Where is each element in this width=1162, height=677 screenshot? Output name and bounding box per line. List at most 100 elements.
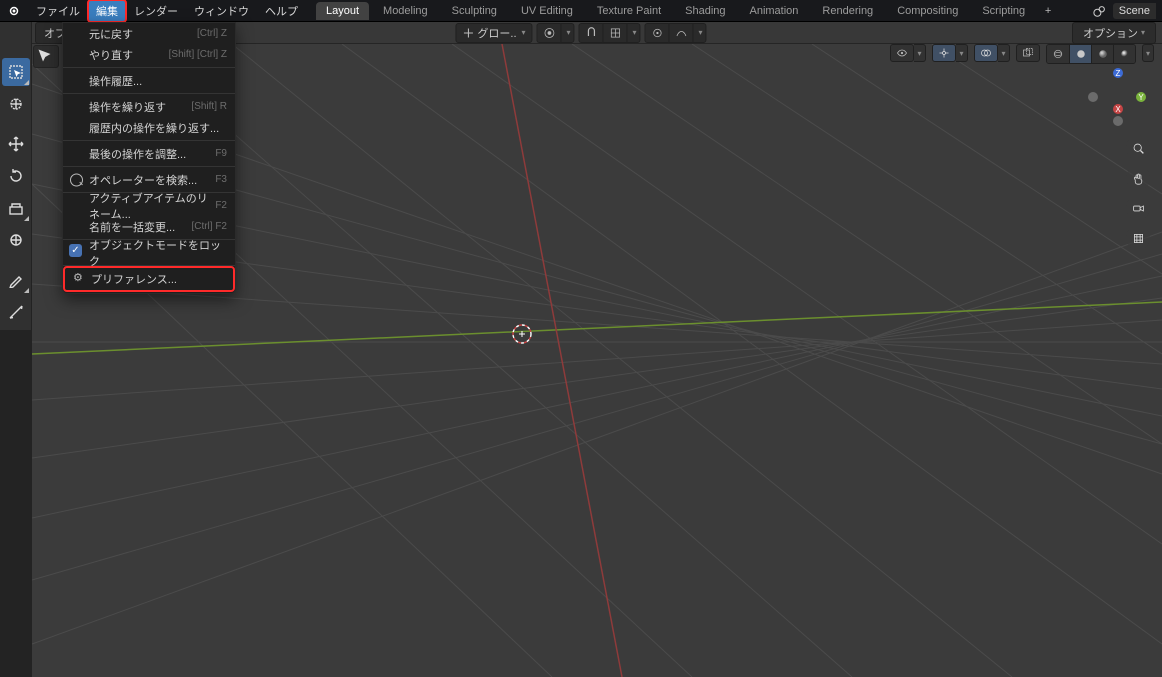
show-gizmos-toggle[interactable] bbox=[932, 44, 956, 62]
menu-render[interactable]: レンダー bbox=[126, 0, 186, 22]
axis-neg-icon[interactable] bbox=[1113, 116, 1123, 126]
tool-scale[interactable] bbox=[2, 194, 30, 222]
menu-repeat-history-label: 履歴内の操作を繰り返す... bbox=[89, 120, 219, 136]
snap-toggle[interactable] bbox=[579, 23, 603, 43]
menu-repeat-history[interactable]: 履歴内の操作を繰り返す... bbox=[63, 117, 235, 138]
tab-uv-editing[interactable]: UV Editing bbox=[511, 2, 583, 20]
menu-redo-label: やり直す bbox=[89, 47, 133, 63]
shading-rendered[interactable] bbox=[1113, 45, 1135, 63]
menu-redo[interactable]: やり直す [Shift] [Ctrl] Z bbox=[63, 44, 235, 65]
menu-repeat-last[interactable]: 操作を繰り返す [Shift] R bbox=[63, 96, 235, 117]
axis-neg-icon[interactable] bbox=[1088, 92, 1098, 102]
menu-undo-history[interactable]: 操作履歴... bbox=[63, 70, 235, 91]
menu-undo-history-label: 操作履歴... bbox=[89, 73, 142, 89]
camera-view-icon[interactable] bbox=[1126, 196, 1150, 220]
shading-material-preview[interactable] bbox=[1091, 45, 1113, 63]
menu-search-label: オペレーターを検索... bbox=[89, 172, 197, 188]
menu-rename-active-shortcut: F2 bbox=[215, 200, 227, 211]
navigation-gizmo[interactable]: Z Y X bbox=[1088, 68, 1148, 128]
tab-scripting[interactable]: Scripting bbox=[972, 2, 1035, 20]
object-visibility-popover[interactable] bbox=[890, 44, 914, 62]
menu-help[interactable]: ヘルプ bbox=[257, 0, 306, 22]
tool-select-box[interactable] bbox=[2, 58, 30, 86]
menu-lock-object-mode[interactable]: オブジェクトモードをロック bbox=[63, 242, 235, 263]
menu-separator bbox=[63, 67, 235, 68]
proportional-edit-toggle[interactable] bbox=[645, 23, 669, 43]
menu-separator bbox=[63, 166, 235, 167]
top-menubar: ファイル 編集 レンダー ウィンドウ ヘルプ Layout Modeling S… bbox=[0, 0, 1162, 22]
pivot-group: ▾ bbox=[537, 23, 575, 43]
orientation-label: グロー.. bbox=[477, 25, 516, 41]
add-workspace-button[interactable]: + bbox=[1039, 5, 1057, 17]
menu-repeat-last-label: 操作を繰り返す bbox=[89, 99, 166, 115]
shading-chevron[interactable]: ▾ bbox=[1142, 44, 1154, 62]
axis-x-icon[interactable]: X bbox=[1113, 104, 1123, 114]
menu-undo[interactable]: 元に戻す [Ctrl] Z bbox=[63, 23, 235, 44]
menu-separator bbox=[63, 93, 235, 94]
pivot-point-dropdown[interactable] bbox=[537, 23, 561, 43]
axis-z-icon[interactable]: Z bbox=[1113, 68, 1123, 78]
menu-separator bbox=[63, 140, 235, 141]
visibility-chevron[interactable]: ▾ bbox=[914, 44, 926, 62]
proportional-group: ▾ bbox=[645, 23, 707, 43]
menu-rename-active[interactable]: アクティブアイテムのリネーム... F2 bbox=[63, 195, 235, 216]
edit-menu-dropdown: 元に戻す [Ctrl] Z やり直す [Shift] [Ctrl] Z 操作履歴… bbox=[62, 22, 236, 294]
menu-operator-search[interactable]: オペレーターを検索... F3 bbox=[63, 169, 235, 190]
tool-cursor[interactable] bbox=[2, 90, 30, 118]
scene-icon[interactable] bbox=[1093, 4, 1107, 18]
menu-edit[interactable]: 編集 bbox=[88, 0, 126, 22]
tab-compositing[interactable]: Compositing bbox=[887, 2, 968, 20]
menu-preferences-label: プリファレンス... bbox=[91, 271, 177, 287]
pan-icon[interactable] bbox=[1126, 166, 1150, 190]
scene-selector[interactable]: Scene bbox=[1113, 3, 1156, 19]
tool-move[interactable] bbox=[2, 130, 30, 158]
menu-preferences[interactable]: プリファレンス... bbox=[65, 268, 233, 290]
menu-batch-rename-shortcut: [Ctrl] F2 bbox=[191, 221, 227, 232]
tab-texture-paint[interactable]: Texture Paint bbox=[587, 2, 671, 20]
proportional-falloff-dropdown[interactable] bbox=[669, 23, 693, 43]
menu-adjust-last-label: 最後の操作を調整... bbox=[89, 146, 186, 162]
show-overlays-toggle[interactable] bbox=[974, 44, 998, 62]
transform-orientation-dropdown[interactable]: グロー.. ▾ bbox=[455, 23, 532, 43]
overlay-chevron[interactable]: ▾ bbox=[998, 44, 1010, 62]
snap-chevron[interactable]: ▾ bbox=[627, 23, 641, 43]
shading-solid[interactable] bbox=[1069, 45, 1091, 63]
header-center-controls: グロー.. ▾ ▾ ▾ ▾ bbox=[455, 23, 706, 43]
tab-modeling[interactable]: Modeling bbox=[373, 2, 438, 20]
tool-measure[interactable] bbox=[2, 298, 30, 326]
menu-redo-shortcut: [Shift] [Ctrl] Z bbox=[169, 49, 227, 60]
tab-animation[interactable]: Animation bbox=[740, 2, 809, 20]
pivot-chevron[interactable]: ▾ bbox=[561, 23, 575, 43]
blender-logo-icon[interactable] bbox=[4, 1, 24, 21]
tab-rendering[interactable]: Rendering bbox=[812, 2, 883, 20]
menu-adjust-last[interactable]: 最後の操作を調整... F9 bbox=[63, 143, 235, 164]
select-box-dropdown[interactable] bbox=[33, 45, 59, 68]
axis-y-icon[interactable]: Y bbox=[1136, 92, 1146, 102]
menu-window[interactable]: ウィンドウ bbox=[186, 0, 257, 22]
zoom-icon[interactable] bbox=[1126, 136, 1150, 160]
menu-file[interactable]: ファイル bbox=[28, 0, 88, 22]
xray-toggle[interactable] bbox=[1016, 44, 1040, 62]
prop-chevron[interactable]: ▾ bbox=[693, 23, 707, 43]
toggle-orthographic-icon[interactable] bbox=[1126, 226, 1150, 250]
menu-repeat-last-shortcut: [Shift] R bbox=[191, 101, 227, 112]
topbar-right: Scene bbox=[1093, 3, 1162, 19]
tab-sculpting[interactable]: Sculpting bbox=[442, 2, 507, 20]
menu-batch-rename[interactable]: 名前を一括変更... [Ctrl] F2 bbox=[63, 216, 235, 237]
tool-transform[interactable] bbox=[2, 226, 30, 254]
tab-layout[interactable]: Layout bbox=[316, 2, 369, 20]
gizmo-chevron[interactable]: ▾ bbox=[956, 44, 968, 62]
options-label: オプション bbox=[1083, 25, 1138, 41]
tool-rotate[interactable] bbox=[2, 162, 30, 190]
menu-batch-rename-label: 名前を一括変更... bbox=[89, 219, 175, 235]
tool-expand-icon bbox=[24, 216, 29, 221]
tool-annotate[interactable] bbox=[2, 266, 30, 294]
tool-expand-icon bbox=[24, 80, 29, 85]
tab-shading[interactable]: Shading bbox=[675, 2, 735, 20]
options-popover-button[interactable]: オプション ▾ bbox=[1072, 22, 1156, 44]
snap-group: ▾ bbox=[579, 23, 641, 43]
menu-lock-mode-label: オブジェクトモードをロック bbox=[89, 237, 227, 269]
shading-wireframe[interactable] bbox=[1047, 45, 1069, 63]
snap-element-dropdown[interactable] bbox=[603, 23, 627, 43]
chevron-down-icon: ▾ bbox=[1141, 28, 1145, 37]
